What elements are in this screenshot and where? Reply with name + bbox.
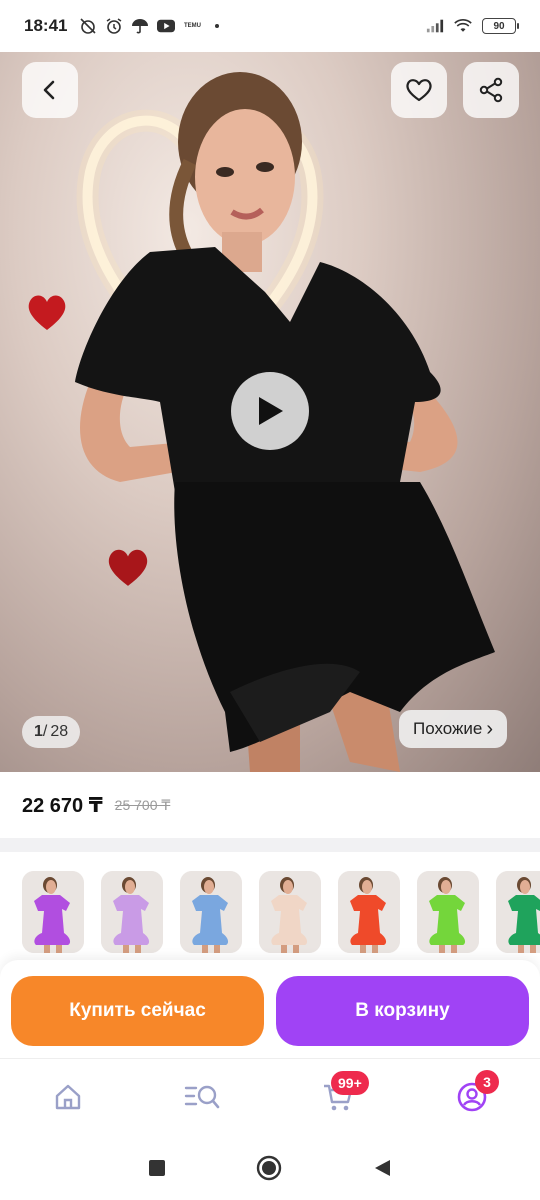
color-variant-purple[interactable] (22, 871, 84, 953)
home-icon (55, 1084, 81, 1110)
variant-thumbnail-image (338, 871, 400, 953)
image-counter-current: 1 (34, 723, 43, 740)
circle-icon (256, 1155, 282, 1181)
chevron-right-icon: › (486, 717, 494, 740)
product-image-gallery[interactable]: 1 / 28 Похожие › (0, 52, 540, 772)
youtube-icon (157, 17, 176, 35)
purchase-action-bar: Купить сейчас В корзину (0, 960, 540, 1058)
current-price: 22 670 ₸ (22, 794, 103, 817)
signal-icon (426, 17, 444, 35)
heart-icon (406, 79, 432, 102)
similar-items-button[interactable]: Похожие › (399, 710, 508, 748)
temu-icon: TEMU (183, 23, 201, 29)
variant-thumbnail-image (22, 871, 84, 953)
nav-catalog-search[interactable] (182, 1077, 222, 1117)
status-system-icons: 90 (426, 17, 519, 35)
alarm-off-icon (79, 17, 97, 35)
bottom-navigation (0, 1058, 540, 1136)
color-variant-lilac[interactable] (101, 871, 163, 953)
play-video-button[interactable] (231, 372, 309, 450)
color-variant-blue[interactable] (180, 871, 242, 953)
nav-home[interactable] (48, 1077, 88, 1117)
variant-thumbnail-image (496, 871, 540, 953)
profile-notification-badge: 3 (475, 1070, 499, 1094)
variant-thumbnail-image (101, 871, 163, 953)
chevron-left-icon (43, 80, 55, 100)
color-variant-red[interactable] (338, 871, 400, 953)
color-variant-list (22, 871, 540, 953)
old-price: 25 700 ₸ (114, 796, 171, 813)
more-notifications-dot (215, 24, 220, 28)
price-section: 22 670 ₸ 25 700 ₸ (0, 772, 540, 838)
variant-thumbnail-image (259, 871, 321, 953)
back-system-button[interactable] (372, 1158, 392, 1178)
status-time: 18:41 (24, 16, 68, 35)
section-divider (0, 838, 540, 852)
recent-apps-button[interactable] (148, 1159, 166, 1177)
catalog-search-icon (184, 1085, 220, 1109)
status-notification-icons: TEMU (79, 17, 220, 35)
buy-now-button[interactable]: Купить сейчас (11, 976, 264, 1046)
square-icon (149, 1160, 165, 1176)
play-icon (259, 397, 283, 425)
image-counter-separator: / (42, 723, 48, 740)
image-counter: 1 / 28 (22, 716, 81, 748)
share-button[interactable] (463, 62, 519, 118)
cart-count-badge: 99+ (331, 1071, 369, 1095)
status-bar: 18:41 TEMU 90 (0, 0, 540, 52)
color-variant-green[interactable] (496, 871, 540, 953)
share-icon (479, 77, 503, 103)
triangle-back-icon (375, 1160, 390, 1176)
wifi-icon (454, 17, 472, 35)
variant-thumbnail-image (417, 871, 479, 953)
add-to-cart-button[interactable]: В корзину (276, 976, 529, 1046)
favorite-button[interactable] (391, 62, 447, 118)
similar-items-label: Похожие (413, 719, 483, 738)
umbrella-icon (131, 17, 149, 35)
variant-thumbnail-image (180, 871, 242, 953)
home-system-button[interactable] (256, 1155, 282, 1181)
image-counter-total: 28 (50, 723, 69, 740)
battery-icon: 90 (482, 18, 519, 34)
system-navigation-bar (0, 1136, 540, 1200)
alarm-icon (105, 17, 123, 35)
color-variant-lime[interactable] (417, 871, 479, 953)
color-variants-section (0, 852, 540, 962)
back-button[interactable] (22, 62, 78, 118)
color-variant-beige[interactable] (259, 871, 321, 953)
